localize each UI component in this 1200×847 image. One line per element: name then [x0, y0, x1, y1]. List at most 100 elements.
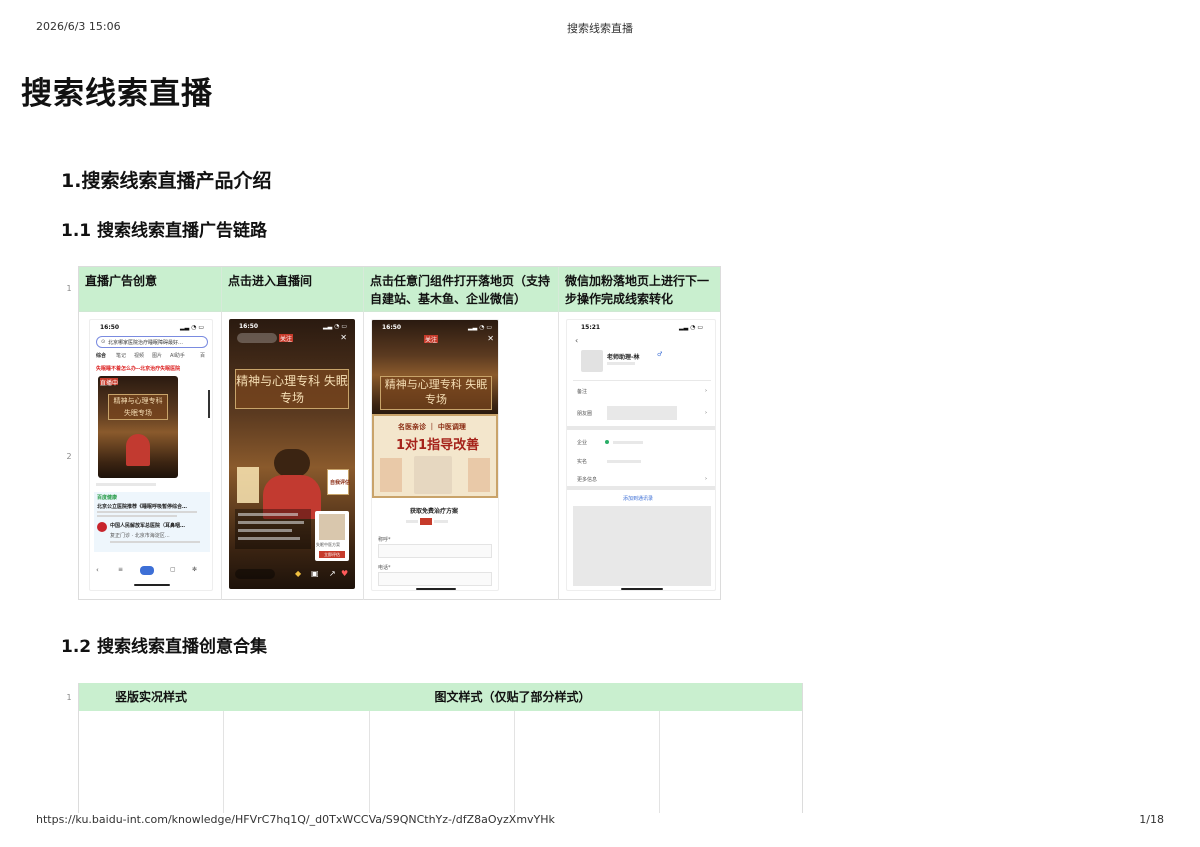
- like-icon[interactable]: ♥: [341, 569, 348, 578]
- search-icon: ⊙: [101, 339, 106, 345]
- menu-icon[interactable]: ≡: [118, 566, 123, 573]
- chevron-right-icon: ›: [705, 410, 707, 416]
- table-header-row: 直播广告创意 点击进入直播间 点击任意门组件打开落地页（支持自建站、基木鱼、企业…: [79, 267, 720, 312]
- table-header-row: 竖版实况样式 图文样式（仅贴了部分样式）: [79, 683, 802, 711]
- row-number: 2: [66, 452, 72, 461]
- home-indicator: [621, 588, 663, 590]
- status-time: 16:50: [239, 323, 259, 330]
- result-headline[interactable]: 失眠睡不着怎么办--北京治疗失眠医院: [96, 365, 180, 372]
- subsection-heading-1-1: 1.1 搜索线索直播广告链路: [61, 221, 268, 241]
- comment-input[interactable]: [235, 569, 275, 579]
- screenshot-live-room[interactable]: 16:50 ▂▃ ◔ ▭ 关注 ✕ 精神与心理专科 失眠专场 自我评估 失眠中医…: [229, 319, 355, 589]
- name-input[interactable]: [378, 544, 492, 558]
- header-cell[interactable]: 微信加粉落地页上进行下一步操作完成线索转化: [559, 267, 720, 312]
- divider: [573, 380, 711, 381]
- gift-icon[interactable]: ◆: [295, 569, 301, 578]
- placeholder-line: [96, 483, 156, 486]
- cart-icon[interactable]: ▣: [311, 569, 319, 578]
- avatar[interactable]: [581, 350, 603, 372]
- follow-button[interactable]: 关注: [279, 334, 293, 343]
- back-icon[interactable]: ‹: [575, 336, 578, 345]
- herb-image: [380, 458, 402, 492]
- live-banner: 精神与心理专科 失眠专场: [380, 376, 492, 410]
- live-banner: 精神与心理专科 失眠专场: [108, 394, 168, 420]
- row-number: 1: [66, 284, 72, 293]
- placeholder-line: [607, 362, 635, 365]
- bottom-nav: ‹ ≡ ▢ ✻: [96, 566, 208, 576]
- column-divider: [659, 711, 660, 813]
- column-divider: [369, 711, 370, 813]
- tab-ai[interactable]: AI助手: [170, 352, 185, 359]
- promo-tag: 名医亲诊 ｜ 中医调理: [398, 423, 466, 431]
- search-box[interactable]: ⊙ 北京哪家医院治疗睡眠障碍最好…: [96, 336, 208, 348]
- placeholder-line: [238, 529, 292, 532]
- status-time: 16:50: [382, 324, 402, 331]
- voice-icon[interactable]: [140, 566, 154, 575]
- print-header: 2026/6/3 15:06 搜索线索直播: [36, 20, 1164, 36]
- result-title-2[interactable]: 中国人民解放军总医院（耳鼻咽…: [110, 522, 185, 529]
- info-row-remark[interactable]: 备注: [577, 388, 587, 395]
- live-thumbnail[interactable]: 直播中 精神与心理专科 失眠专场: [98, 376, 178, 478]
- placeholder-line: [607, 460, 641, 463]
- tab-all[interactable]: 综合: [96, 352, 106, 359]
- back-icon[interactable]: ‹: [96, 566, 99, 574]
- gender-icon: ♂: [657, 351, 663, 358]
- placeholder-line: [238, 537, 300, 540]
- header-cell[interactable]: 图文样式（仅贴了部分样式）: [223, 683, 802, 711]
- share-icon[interactable]: ↗: [329, 569, 336, 578]
- status-icons: ▂▃ ◔ ▭: [180, 324, 204, 331]
- hospital-logo-icon: [97, 522, 107, 532]
- status-icons: ▂▃ ◔ ▭: [323, 323, 347, 330]
- live-badge: 直播中: [100, 378, 119, 387]
- contact-name: 老师助理-林: [607, 354, 640, 361]
- info-row-company[interactable]: 企业: [577, 439, 587, 446]
- section-gap: [567, 486, 715, 490]
- host-info[interactable]: [237, 333, 277, 343]
- creative-collection-table: 1 竖版实况样式 图文样式（仅贴了部分样式）: [60, 683, 803, 813]
- info-row-realname[interactable]: 实名: [577, 458, 587, 465]
- close-icon[interactable]: ✕: [340, 333, 347, 342]
- tab-video[interactable]: 视频: [134, 352, 144, 359]
- trust-badges: [406, 518, 460, 525]
- tabs-icon[interactable]: ▢: [170, 566, 176, 573]
- header-cell[interactable]: 直播广告创意: [79, 267, 222, 312]
- screenshot-search-results[interactable]: 16:50 ▂▃ ◔ ▭ ⊙ 北京哪家医院治疗睡眠障碍最好… 综合 笔记 视频 …: [89, 319, 213, 591]
- product-image: [319, 514, 345, 540]
- document-title: 搜索线索直播: [21, 76, 213, 112]
- info-row-more[interactable]: 更多信息: [577, 476, 597, 483]
- follow-button[interactable]: 关注: [424, 335, 438, 344]
- close-icon[interactable]: ✕: [487, 334, 494, 343]
- tab-notes[interactable]: 笔记: [116, 352, 126, 359]
- results-card: 百度健康 北京公立医院推荐《睡眠呼吸暂停综合… 中国人民解放军总医院（耳鼻咽… …: [94, 492, 210, 552]
- tab-images[interactable]: 图片: [152, 352, 162, 359]
- name-field-label: 称呼*: [378, 537, 391, 543]
- header-cell[interactable]: 竖版实况样式: [79, 683, 223, 711]
- screenshot-landing-page[interactable]: 16:50 ▂▃ ◔ ▭ 关注 ✕ 精神与心理专科 失眠专场 名医亲诊 ｜ 中医…: [371, 319, 499, 591]
- promo-title: 1对1指导改善: [396, 438, 480, 453]
- settings-icon[interactable]: ✻: [192, 566, 197, 573]
- table-grid: 竖版实况样式 图文样式（仅贴了部分样式）: [78, 683, 803, 813]
- result-tabs: 综合 笔记 视频 图片 AI助手 百: [96, 352, 208, 360]
- header-cell[interactable]: 点击任意门组件打开落地页（支持自建站、基木鱼、企业微信）: [364, 267, 559, 312]
- subsection-heading-1-2: 1.2 搜索线索直播创意合集: [61, 637, 268, 657]
- status-icons: ▂▃ ◔ ▭: [468, 324, 492, 331]
- add-contact-button[interactable]: 添加到通讯录: [623, 495, 653, 502]
- product-card[interactable]: 失眠中医方案 立即评估: [315, 511, 349, 561]
- column-divider: [221, 312, 222, 600]
- screenshot-wechat-contact[interactable]: 15:21 ▂▃ ◔ ▭ ‹ 老师助理-林 ♂ 备注 › 朋友圈 › 企业 实名…: [566, 319, 716, 591]
- info-row-moments[interactable]: 朋友圈: [577, 410, 592, 417]
- assessment-card[interactable]: 自我评估: [327, 469, 350, 495]
- phone-field-label: 电话*: [378, 565, 391, 571]
- search-query: 北京哪家医院治疗睡眠障碍最好…: [108, 340, 184, 346]
- menu-board: [237, 467, 259, 503]
- column-divider: [558, 312, 559, 600]
- result-title-3: 复正门诊 · 北京市海淀区…: [110, 533, 170, 539]
- scrollbar[interactable]: [208, 390, 210, 418]
- placeholder-line: [238, 521, 304, 524]
- header-cell[interactable]: 点击进入直播间: [222, 267, 364, 312]
- evaluate-button[interactable]: 立即评估: [319, 551, 345, 558]
- tab-more[interactable]: 百: [200, 352, 205, 359]
- phone-input[interactable]: [378, 572, 492, 586]
- result-title-1[interactable]: 北京公立医院推荐《睡眠呼吸暂停综合…: [97, 503, 187, 510]
- promo-card[interactable]: 名医亲诊 ｜ 中医调理 1对1指导改善: [372, 414, 498, 498]
